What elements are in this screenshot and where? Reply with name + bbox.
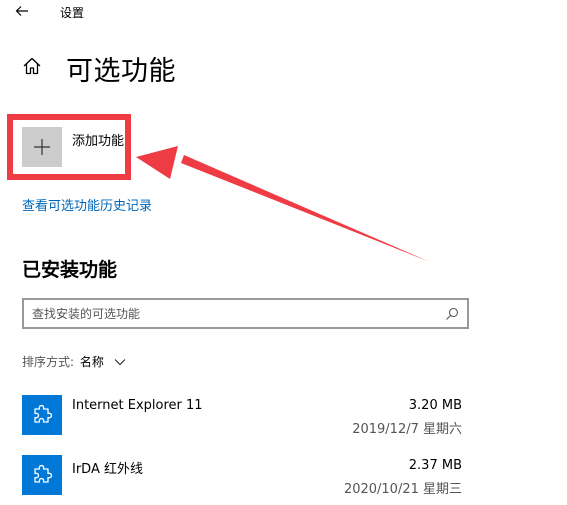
puzzle-piece-icon — [34, 404, 53, 423]
feature-tile — [22, 455, 62, 495]
sort-label: 排序方式: — [22, 355, 75, 369]
add-feature-label: 添加功能 — [72, 134, 125, 149]
search-icon[interactable] — [445, 307, 459, 321]
page-title: 可选功能 — [66, 56, 176, 87]
add-feature-button[interactable]: 添加功能 — [22, 127, 137, 167]
feature-date: 2019/12/7 星期六 — [352, 422, 462, 437]
feature-name: Internet Explorer 11 — [72, 398, 203, 413]
chevron-down-icon — [114, 358, 126, 365]
feature-name: IrDA 红外线 — [72, 462, 143, 477]
feature-size: 2.37 MB — [408, 458, 462, 473]
search-box[interactable] — [22, 298, 469, 329]
installed-features-heading: 已安装功能 — [22, 259, 118, 281]
feature-tile — [22, 395, 62, 435]
feature-item[interactable]: IrDA 红外线 2.37 MB 2020/10/21 星期三 — [22, 455, 462, 499]
feature-date: 2020/10/21 星期三 — [343, 482, 462, 497]
title-bar: 设置 — [0, 0, 567, 24]
search-input[interactable] — [32, 305, 432, 323]
plus-icon — [34, 139, 50, 155]
home-icon[interactable] — [22, 56, 42, 76]
puzzle-piece-icon — [34, 464, 53, 483]
sort-dropdown[interactable]: 排序方式: 名称 — [22, 353, 126, 370]
sort-value: 名称 — [79, 355, 104, 369]
history-link[interactable]: 查看可选功能历史记录 — [22, 195, 152, 214]
window-title: 设置 — [60, 6, 85, 20]
back-arrow-icon[interactable] — [14, 3, 30, 19]
feature-item[interactable]: Internet Explorer 11 3.20 MB 2019/12/7 星… — [22, 395, 462, 439]
add-feature-tile[interactable] — [22, 127, 62, 167]
feature-size: 3.20 MB — [408, 398, 462, 413]
